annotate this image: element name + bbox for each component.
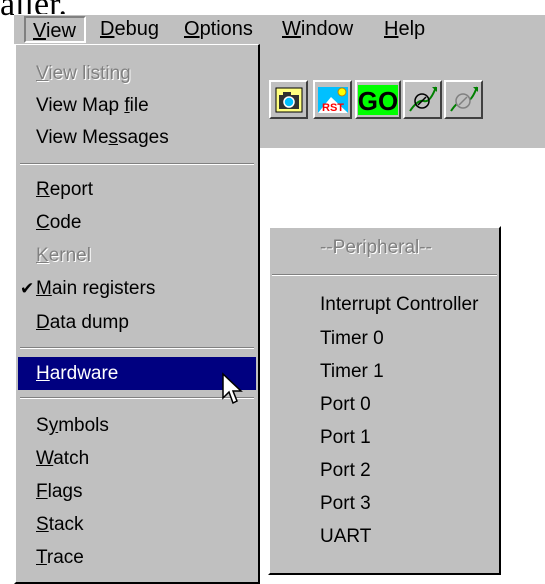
submenu-item-interrupt-controller[interactable]: Interrupt Controller [270,289,499,321]
submenu-item-uart[interactable]: UART [270,521,499,553]
step-over-icon [449,86,478,112]
menu-item-kernel[interactable]: Kernel [18,239,256,272]
menu-separator [20,397,254,399]
menu-window[interactable]: Window [282,16,353,43]
go-icon: GO [358,84,398,115]
submenu-header-peripheral: --Peripheral-- [320,237,432,258]
submenu-item-port-0[interactable]: Port 0 [270,389,499,421]
menu-item-data-dump[interactable]: Data dump [18,306,256,339]
menu-item-main-registers[interactable]: ✔ Main registers [18,272,256,305]
view-menu-popup: View listing View Map file View Messages… [14,44,260,584]
reset-icon: RST [317,86,348,114]
menu-item-stack[interactable]: Stack [18,508,256,541]
step-icon [408,86,437,112]
submenu-item-port-2[interactable]: Port 2 [270,455,499,487]
menu-item-report[interactable]: Report [18,173,256,206]
menu-debug[interactable]: Debug [100,16,159,43]
menu-item-view-messages[interactable]: View Messages [18,121,256,154]
menu-item-view-map-file[interactable]: View Map file [18,89,256,122]
menu-separator [272,274,497,276]
menu-separator [20,347,254,349]
checkmark-icon: ✔ [20,279,35,298]
menu-item-trace[interactable]: Trace [18,541,256,574]
reset-icon-label: RST [322,102,344,114]
menu-item-code[interactable]: Code [18,206,256,239]
menu-bar: View Debug Options Window Help [14,14,545,45]
submenu-item-port-1[interactable]: Port 1 [270,422,499,454]
submenu-item-timer-0[interactable]: Timer 0 [270,323,499,355]
submenu-item-port-3[interactable]: Port 3 [270,488,499,520]
menu-item-flags[interactable]: Flags [18,475,256,508]
camera-button[interactable] [269,80,308,119]
menu-view[interactable]: View [24,16,86,43]
step-over-button[interactable] [444,80,483,119]
camera-icon [275,87,302,112]
submenu-item-timer-1[interactable]: Timer 1 [270,356,499,388]
menu-item-view-listing[interactable]: View listing [18,57,256,90]
reset-button[interactable]: RST [313,80,352,119]
mouse-pointer-icon [222,372,243,405]
menu-item-watch[interactable]: Watch [18,442,256,475]
step-button[interactable] [403,80,442,119]
go-button[interactable]: GO [355,80,401,119]
menu-separator [20,163,254,165]
go-icon-label: GO [358,86,398,115]
hardware-submenu: --Peripheral-- Interrupt Controller Time… [268,226,501,575]
menu-help[interactable]: Help [384,16,425,43]
menu-item-symbols[interactable]: Symbols [18,409,256,442]
menu-options[interactable]: Options [184,16,253,43]
